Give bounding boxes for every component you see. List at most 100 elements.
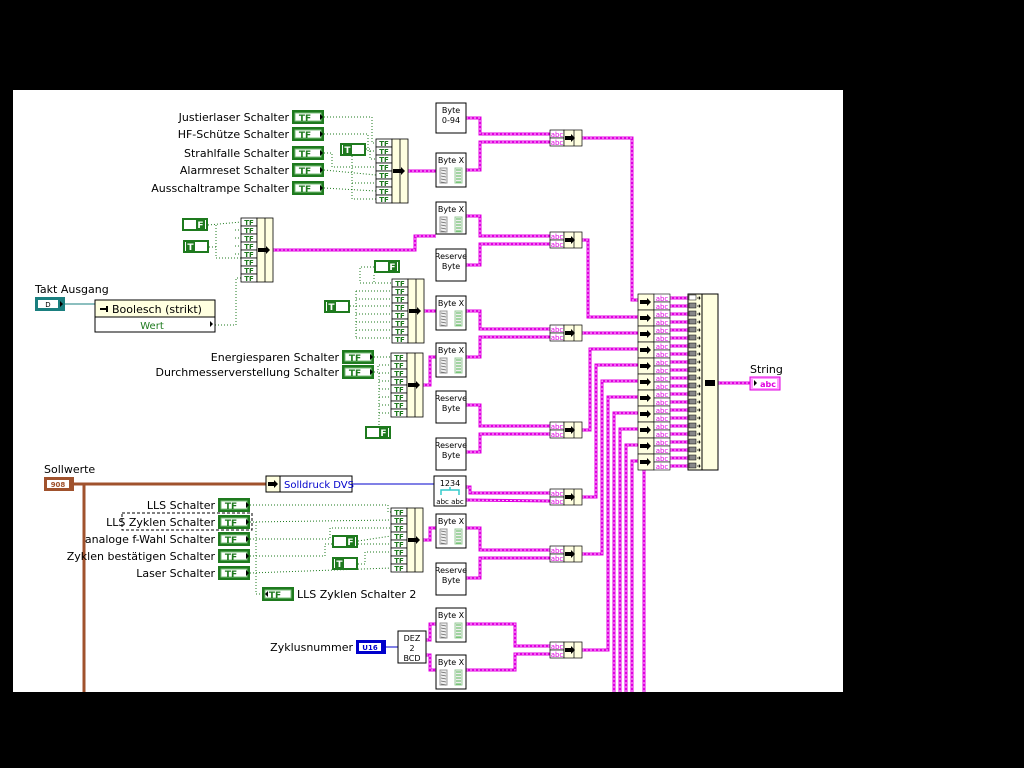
string-input: abc bbox=[551, 651, 564, 659]
concatenate-strings-node[interactable]: abcabc bbox=[549, 231, 583, 249]
cluster-glyph: 908 bbox=[51, 481, 66, 489]
string-input: abc bbox=[656, 463, 669, 471]
build-array-node[interactable]: TFTFTFTFTFTFTFTF bbox=[240, 217, 274, 283]
hf-schuetze-schalter-control-label: HF-Schütze Schalter bbox=[178, 128, 290, 141]
byte-x-subvi[interactable]: Byte X bbox=[435, 607, 467, 643]
strahlfalle-schalter-control-label: Strahlfalle Schalter bbox=[184, 147, 289, 160]
bool-glyph: TF bbox=[225, 519, 237, 529]
const-glyph: T bbox=[328, 303, 335, 313]
reserve-byte-subvi[interactable]: ReserveByte bbox=[435, 390, 467, 424]
strahlfalle-schalter-control[interactable]: TF Strahlfalle Schalter bbox=[184, 146, 324, 160]
concatenate-strings-node[interactable]: abcabc bbox=[549, 641, 583, 659]
property-node-class: Boolesch (strikt) bbox=[112, 303, 202, 316]
lls-zyklen-schalter-control-label: LLS Zyklen Schalter bbox=[106, 516, 215, 529]
byte-x-subvi-text: Byte X bbox=[438, 517, 465, 526]
string-wire[interactable] bbox=[465, 498, 551, 503]
alarmreset-schalter-control[interactable]: TF Alarmreset Schalter bbox=[180, 163, 324, 177]
lls-zyklen-schalter-control[interactable]: TF LLS Zyklen Schalter bbox=[106, 515, 250, 529]
concatenate-strings-node[interactable]: abcabc bbox=[549, 324, 583, 342]
reserve-byte-subvi-text: Reserve bbox=[435, 394, 467, 403]
ausschaltrampe-schalter-control[interactable]: TF Ausschaltrampe Schalter bbox=[151, 181, 324, 195]
unbundle-element: Solldruck DVS bbox=[284, 480, 354, 491]
zyklusnummer-label: Zyklusnummer bbox=[270, 641, 353, 654]
dez-2-bcd-subvi[interactable]: DEZ2BCD bbox=[397, 630, 427, 664]
byte-0-94-subvi[interactable]: Byte0-94 bbox=[435, 102, 467, 134]
analoge-f-wahl-schalter-control[interactable]: TF analoge f-Wahl Schalter bbox=[85, 532, 250, 546]
concatenate-strings-node[interactable]: abcabc bbox=[549, 488, 583, 506]
concatenate-strings-node[interactable]: abcabc bbox=[549, 421, 583, 439]
build-array-node[interactable]: TFTFTFTFTFTFTFTF bbox=[375, 138, 409, 204]
const-glyph: T bbox=[344, 146, 351, 156]
build-array-node[interactable]: TFTFTFTFTFTFTFTF bbox=[390, 507, 424, 573]
reserve-byte-subvi-text: Reserve bbox=[435, 441, 467, 450]
reserve-byte-subvi[interactable]: ReserveByte bbox=[435, 437, 467, 471]
reserve-byte-subvi[interactable]: ReserveByte bbox=[435, 562, 467, 596]
build-array-node[interactable]: TFTFTFTFTFTFTFTF bbox=[390, 352, 424, 418]
bool-glyph: TF bbox=[299, 185, 311, 195]
sollwerte-label: Sollwerte bbox=[44, 463, 95, 476]
block-diagram: TFJustierlaser SchalterTFHF-Schütze Scha… bbox=[13, 90, 843, 692]
zyklusnummer-control[interactable]: U16 bbox=[356, 640, 386, 654]
concatenate-strings-node[interactable]: abcabc bbox=[549, 129, 583, 147]
energiesparen-schalter-control[interactable]: TF Energiesparen Schalter bbox=[211, 350, 374, 364]
takt-ausgang-refnum-control[interactable]: D bbox=[35, 297, 65, 311]
byte-0-94-subvi-text: 0-94 bbox=[442, 116, 460, 125]
bool-glyph: TF bbox=[349, 354, 361, 364]
lls-zyklen-schalter-2-indicator[interactable]: TF LLS Zyklen Schalter 2 bbox=[262, 587, 416, 601]
zyklen-bestaetigen-schalter-control[interactable]: TF Zyklen bestätigen Schalter bbox=[67, 549, 250, 563]
byte-x-subvi[interactable]: Byte X bbox=[435, 295, 467, 331]
number-to-string-node[interactable]: 1234 abc abc bbox=[433, 475, 467, 507]
false-constant[interactable]: F bbox=[182, 218, 208, 231]
byte-x-subvi[interactable]: Byte X bbox=[435, 342, 467, 378]
property-node[interactable]: Boolesch (strikt) Wert bbox=[94, 299, 216, 333]
dez-2-bcd-subvi-text: BCD bbox=[403, 654, 420, 663]
byte-x-subvi-text: Byte X bbox=[438, 611, 465, 620]
true-constant[interactable]: T bbox=[340, 143, 366, 156]
bool-glyph: TF bbox=[299, 131, 311, 141]
lls-schalter-control[interactable]: TF LLS Schalter bbox=[147, 498, 250, 512]
reserve-byte-subvi-text: Reserve bbox=[435, 566, 467, 575]
byte-x-subvi[interactable]: Byte X bbox=[435, 201, 467, 235]
string-input: abc bbox=[551, 241, 564, 249]
const-glyph: F bbox=[347, 538, 353, 548]
true-constant[interactable]: T bbox=[183, 240, 209, 253]
array-input-bool: TF bbox=[394, 565, 404, 573]
reserve-byte-subvi[interactable]: ReserveByte bbox=[435, 248, 467, 282]
concatenate-strings-node[interactable]: abcabc bbox=[549, 545, 583, 563]
refnum-glyph: D bbox=[45, 301, 50, 309]
true-constant[interactable]: T bbox=[332, 557, 358, 570]
hf-schuetze-schalter-control[interactable]: TF HF-Schütze Schalter bbox=[178, 127, 324, 141]
unbundle-by-name-node[interactable]: Solldruck DVS bbox=[265, 475, 354, 493]
false-constant[interactable]: F bbox=[332, 535, 358, 548]
justierlaser-schalter-control[interactable]: TF Justierlaser Schalter bbox=[178, 110, 324, 124]
true-constant[interactable]: T bbox=[324, 300, 350, 313]
array-input-bool: TF bbox=[395, 336, 405, 344]
false-constant[interactable]: F bbox=[374, 260, 400, 273]
byte-0-94-subvi-text: Byte bbox=[442, 106, 460, 115]
bool-glyph: TF bbox=[299, 114, 311, 124]
const-glyph: F bbox=[389, 263, 395, 273]
bool-glyph: TF bbox=[299, 167, 311, 177]
byte-x-subvi[interactable]: Byte X bbox=[435, 513, 467, 549]
lls-schalter-control-label: LLS Schalter bbox=[147, 499, 216, 512]
string-input: abc bbox=[551, 139, 564, 147]
sollwerte-cluster-control[interactable]: 908 bbox=[44, 477, 74, 491]
bool-glyph: TF bbox=[225, 553, 237, 563]
build-string-array-node[interactable]: abcabcabcabcabcabcabcabcabcabcabcabcabca… bbox=[637, 293, 671, 471]
laser-schalter-control[interactable]: TF Laser Schalter bbox=[136, 566, 250, 580]
string-glyph: abc bbox=[760, 380, 776, 389]
reserve-byte-subvi-text: Reserve bbox=[435, 252, 467, 261]
byte-x-subvi[interactable]: Byte X bbox=[435, 654, 467, 690]
byte-x-subvi-text: Byte X bbox=[438, 156, 465, 165]
false-constant[interactable]: F bbox=[365, 426, 391, 439]
byte-x-subvi[interactable]: Byte X bbox=[435, 152, 467, 188]
string-indicator[interactable]: abc bbox=[749, 376, 781, 391]
bool-glyph: TF bbox=[225, 570, 237, 580]
build-array-node[interactable]: TFTFTFTFTFTFTFTF bbox=[391, 278, 425, 344]
array-input-bool: TF bbox=[379, 196, 389, 204]
string-input: abc bbox=[551, 498, 564, 506]
string-input: abc bbox=[551, 334, 564, 342]
concatenate-strings-large-node[interactable] bbox=[687, 293, 719, 471]
byte-x-subvi-text: Byte X bbox=[438, 205, 465, 214]
string-input: abc bbox=[551, 431, 564, 439]
